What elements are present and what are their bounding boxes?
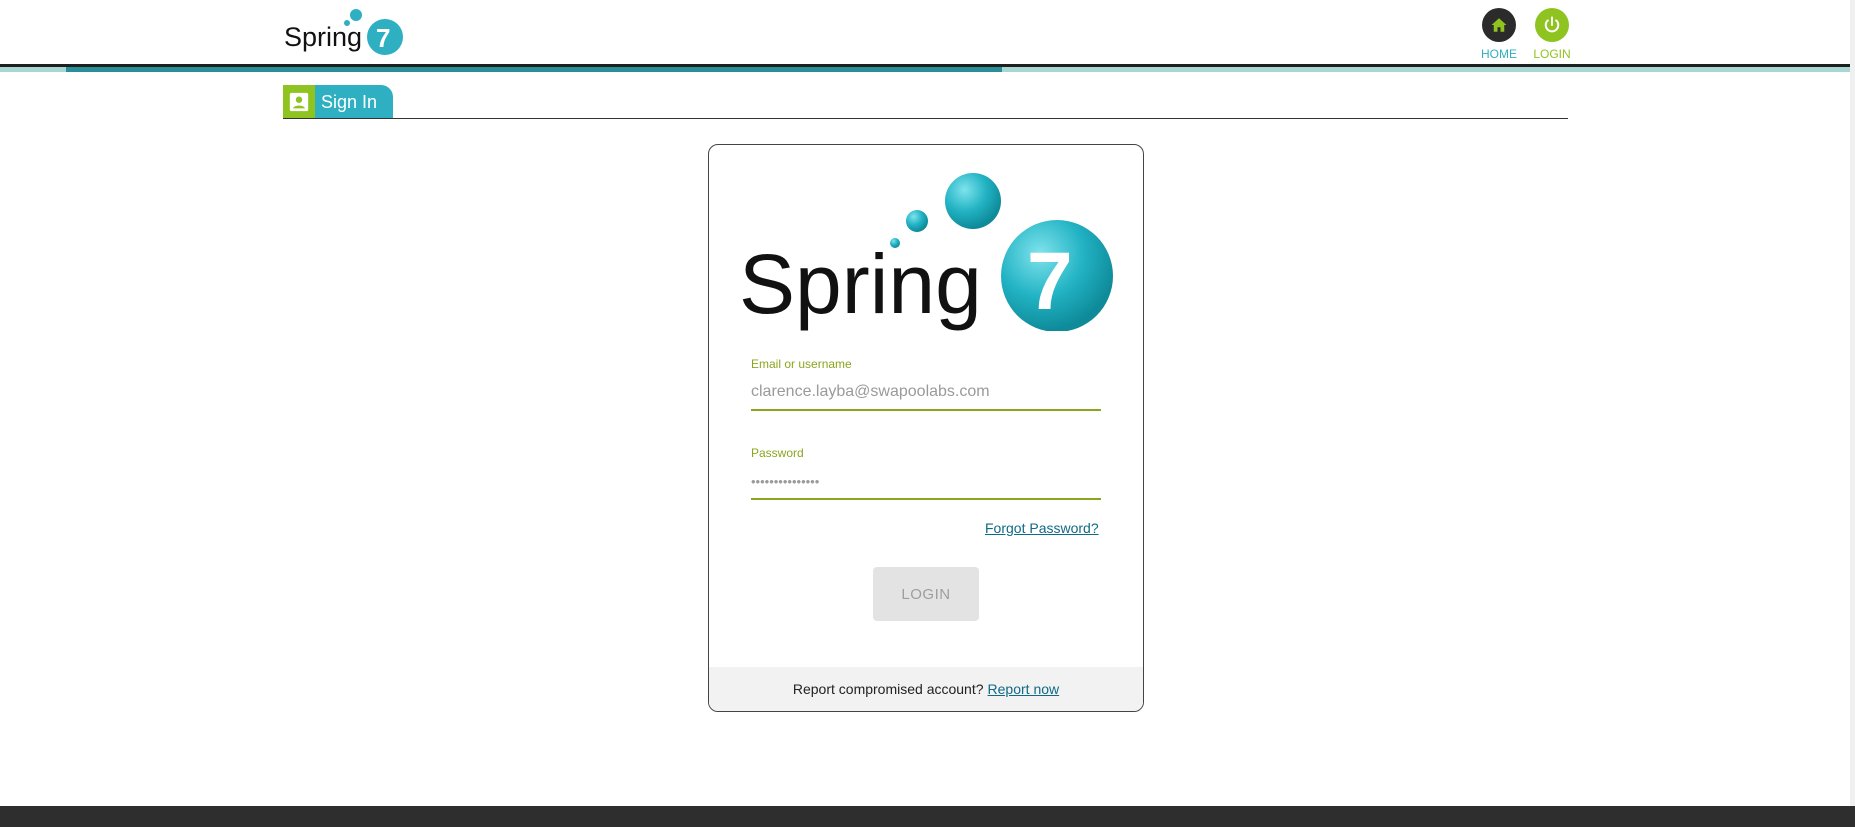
nav-home-label: HOME [1481, 47, 1517, 61]
spring7-large-logo: Spring 7 [739, 173, 1113, 331]
login-card: Spring 7 Email or username Password Forg… [708, 144, 1144, 712]
nav-login-label: LOGIN [1533, 47, 1571, 61]
power-icon [1535, 8, 1569, 42]
svg-text:Spring: Spring [284, 22, 362, 52]
svg-text:Spring: Spring [739, 237, 982, 331]
nav-home[interactable]: HOME [1469, 8, 1529, 61]
forgot-password-link[interactable]: Forgot Password? [985, 520, 1099, 536]
email-field[interactable] [751, 375, 1101, 411]
header-accent-light [1002, 67, 1850, 72]
report-account-text: Report compromised account? [792, 681, 984, 697]
page: Spring 7 HOME LOGIN Sign In Spring 7 Ema… [0, 0, 1855, 827]
top-header: Spring 7 HOME LOGIN [0, 0, 1855, 64]
password-field[interactable] [751, 464, 1101, 500]
nav-login[interactable]: LOGIN [1522, 8, 1582, 61]
tab-underline [283, 118, 1568, 119]
report-now-link[interactable]: Report now [988, 681, 1060, 697]
header-accent-left [0, 67, 66, 72]
svg-text:7: 7 [1027, 236, 1073, 327]
tab-sign-in-label: Sign In [321, 91, 378, 112]
tab-sign-in[interactable]: Sign In [283, 85, 393, 119]
account-box-icon [283, 85, 315, 119]
scrollbar-gutter [1850, 0, 1855, 806]
password-field-label: Password [751, 446, 804, 460]
svg-text:7: 7 [376, 23, 390, 53]
home-icon [1482, 8, 1516, 42]
spring7-logo[interactable]: Spring 7 [283, 6, 413, 58]
email-field-label: Email or username [751, 357, 852, 371]
login-button[interactable]: LOGIN [873, 567, 979, 621]
report-account-footer: Report compromised account? Report now [709, 667, 1143, 711]
page-footer [0, 806, 1855, 827]
password-field-group: Password [751, 446, 1101, 500]
header-accent-teal [66, 67, 1002, 72]
email-field-group: Email or username [751, 357, 1101, 411]
